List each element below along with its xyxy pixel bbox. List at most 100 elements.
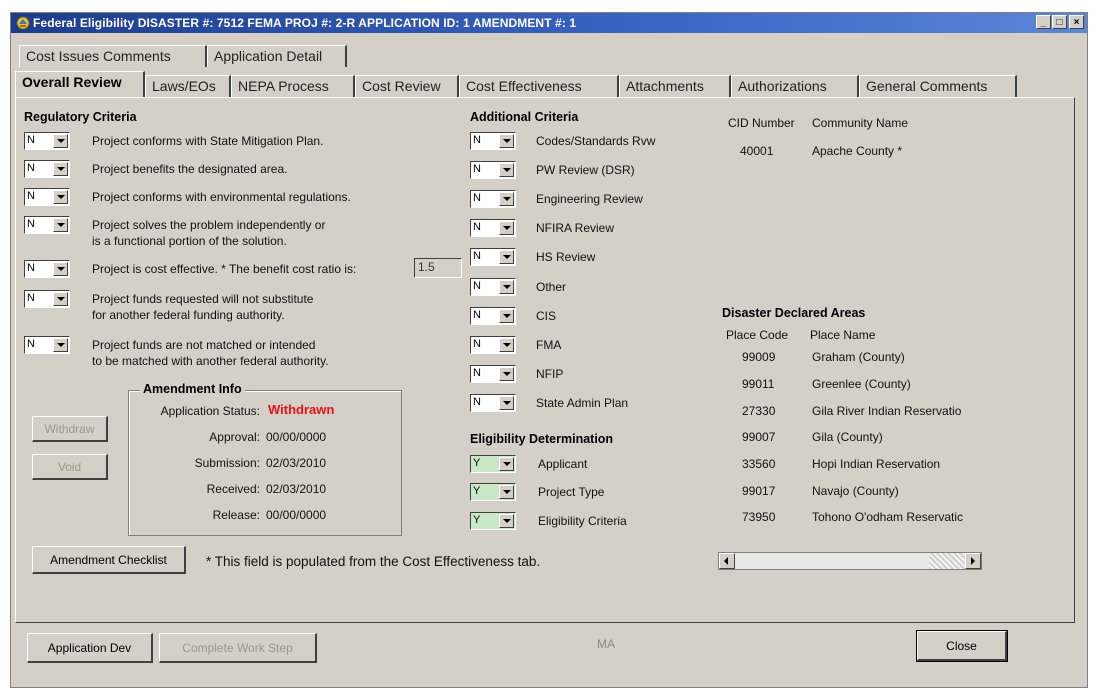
declared-name-5[interactable]: Hopi Indian Reservation [812, 457, 940, 471]
dropdown-arrow-icon[interactable] [499, 367, 514, 381]
application-dev-button[interactable]: Application Dev [27, 633, 153, 663]
void-button[interactable]: Void [32, 454, 108, 480]
dropdown-arrow-icon[interactable] [53, 262, 68, 276]
declared-name-2[interactable]: Greenlee (County) [812, 377, 911, 391]
additional-select-4[interactable]: N [470, 219, 516, 237]
regulatory-select-6[interactable]: N [24, 290, 70, 308]
declared-name-6[interactable]: Navajo (County) [812, 484, 899, 498]
declared-code-6[interactable]: 99017 [742, 484, 775, 498]
tab-overall-review[interactable]: Overall Review [15, 71, 145, 97]
eligibility-label-project-type: Project Type [538, 485, 605, 499]
declared-areas-header: Disaster Declared Areas [722, 306, 866, 320]
eligibility-label-applicant: Applicant [538, 457, 588, 471]
scroll-left-icon[interactable] [719, 553, 735, 569]
additional-select-10[interactable]: N [470, 394, 516, 412]
tab-attachments[interactable]: Attachments [619, 75, 731, 97]
declared-name-3[interactable]: Gila River Indian Reservatio [812, 404, 961, 418]
cid-number-header: CID Number [728, 116, 795, 130]
scroll-track[interactable] [929, 553, 965, 569]
dropdown-arrow-icon[interactable] [499, 163, 514, 177]
scroll-right-icon[interactable] [965, 553, 981, 569]
amendment-checklist-button[interactable]: Amendment Checklist [32, 546, 186, 574]
dropdown-arrow-icon[interactable] [499, 280, 514, 294]
community-cid-cell[interactable]: 40001 [740, 144, 773, 158]
regulatory-select-5[interactable]: N [24, 260, 70, 278]
dropdown-arrow-icon[interactable] [53, 162, 68, 176]
dropdown-arrow-icon[interactable] [499, 485, 514, 499]
eligibility-select-criteria[interactable]: Y [470, 512, 516, 530]
tab-authorizations[interactable]: Authorizations [731, 75, 859, 97]
dropdown-arrow-icon[interactable] [53, 338, 68, 352]
dropdown-arrow-icon[interactable] [499, 134, 514, 148]
additional-label-8: FMA [536, 338, 562, 352]
declared-name-7[interactable]: Tohono O'odham Reservatic [812, 510, 963, 524]
tab-laws-eos[interactable]: Laws/EOs [145, 75, 231, 97]
declared-name-4[interactable]: Gila (County) [812, 430, 883, 444]
declared-areas-scrollbar[interactable] [718, 552, 982, 570]
tab-cost-effectiveness[interactable]: Cost Effectiveness [459, 75, 619, 97]
regulatory-label-7: Project funds are not matched or intende… [92, 338, 316, 352]
submission-value: 02/03/2010 [266, 456, 327, 470]
close-window-button[interactable]: × [1069, 15, 1084, 29]
regulatory-label-4b: is a functional portion of the solution. [92, 234, 287, 248]
eligibility-header: Eligibility Determination [470, 432, 614, 446]
additional-label-9: NFIP [536, 367, 564, 381]
additional-label-4: NFIRA Review [536, 221, 615, 235]
additional-select-9[interactable]: N [470, 365, 516, 383]
tab-cost-issues-comments[interactable]: Cost Issues Comments [19, 45, 207, 67]
declared-code-1[interactable]: 99009 [742, 350, 775, 364]
complete-work-step-button[interactable]: Complete Work Step [159, 633, 317, 663]
dropdown-arrow-icon[interactable] [499, 309, 514, 323]
dropdown-arrow-icon[interactable] [499, 338, 514, 352]
tab-general-comments[interactable]: General Comments [859, 75, 1017, 97]
declared-code-7[interactable]: 73950 [742, 510, 775, 524]
additional-select-5[interactable]: N [470, 248, 516, 266]
close-button[interactable]: Close [916, 630, 1008, 662]
minimize-button[interactable]: _ [1036, 15, 1051, 29]
regulatory-select-1[interactable]: N [24, 132, 70, 150]
amendment-info-title: Amendment Info [140, 382, 245, 396]
declared-code-4[interactable]: 99007 [742, 430, 775, 444]
additional-select-2[interactable]: N [470, 161, 516, 179]
additional-select-8[interactable]: N [470, 336, 516, 354]
dropdown-arrow-icon[interactable] [499, 514, 514, 528]
eligibility-select-applicant[interactable]: Y [470, 455, 516, 473]
declared-name-1[interactable]: Graham (County) [812, 350, 905, 364]
additional-label-7: CIS [536, 309, 557, 323]
title-bar: Federal Eligibility DISASTER #: 7512 FEM… [11, 13, 1087, 33]
maximize-button[interactable]: □ [1052, 15, 1067, 29]
regulatory-select-3[interactable]: N [24, 188, 70, 206]
dropdown-arrow-icon[interactable] [499, 192, 514, 206]
additional-label-10: State Admin Plan [536, 396, 629, 410]
additional-select-6[interactable]: N [470, 278, 516, 296]
received-label: Received: [206, 482, 260, 496]
dropdown-arrow-icon[interactable] [499, 221, 514, 235]
dropdown-arrow-icon[interactable] [499, 396, 514, 410]
withdraw-button[interactable]: Withdraw [32, 416, 108, 442]
community-name-cell[interactable]: Apache County * [812, 144, 902, 158]
application-status-label: Application Status: [160, 404, 260, 418]
dropdown-arrow-icon[interactable] [53, 292, 68, 306]
additional-select-3[interactable]: N [470, 190, 516, 208]
application-status-value: Withdrawn [268, 402, 335, 417]
declared-code-5[interactable]: 33560 [742, 457, 775, 471]
declared-code-2[interactable]: 99011 [742, 377, 774, 391]
regulatory-select-7[interactable]: N [24, 336, 70, 354]
regulatory-select-4[interactable]: N [24, 216, 70, 234]
place-code-header: Place Code [726, 328, 789, 342]
eligibility-select-project-type[interactable]: Y [470, 483, 516, 501]
regulatory-label-5: Project is cost effective. * The benefit… [92, 262, 357, 276]
additional-select-7[interactable]: N [470, 307, 516, 325]
dropdown-arrow-icon[interactable] [53, 190, 68, 204]
dropdown-arrow-icon[interactable] [499, 250, 514, 264]
regulatory-select-2[interactable]: N [24, 160, 70, 178]
dropdown-arrow-icon[interactable] [499, 457, 514, 471]
approval-label: Approval: [209, 430, 260, 444]
additional-select-1[interactable]: N [470, 132, 516, 150]
dropdown-arrow-icon[interactable] [53, 218, 68, 232]
declared-code-3[interactable]: 27330 [742, 404, 775, 418]
dropdown-arrow-icon[interactable] [53, 134, 68, 148]
tab-cost-review[interactable]: Cost Review [355, 75, 459, 97]
tab-nepa-process[interactable]: NEPA Process [231, 75, 355, 97]
tab-application-detail[interactable]: Application Detail [207, 45, 347, 67]
